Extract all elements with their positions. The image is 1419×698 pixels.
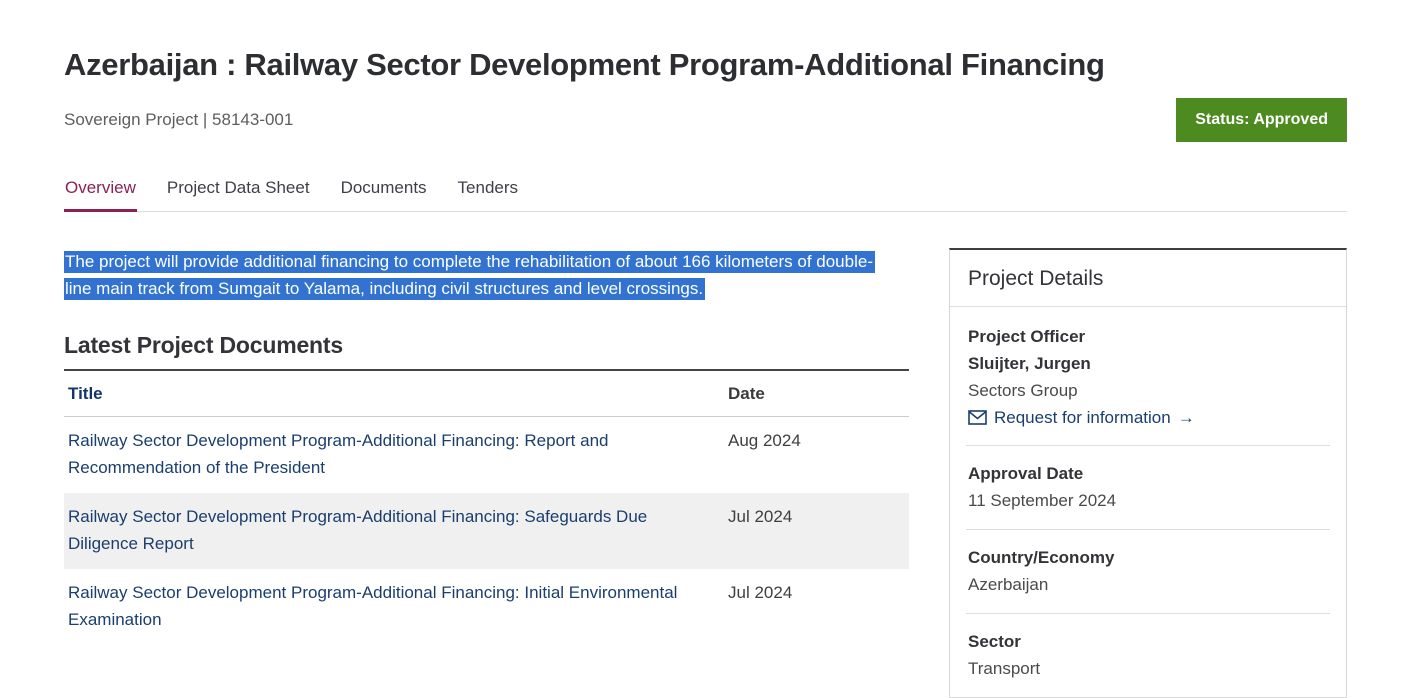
project-description: The project will provide additional fina… <box>64 248 886 302</box>
subtitle-row: Sovereign Project | 58143-001 Status: Ap… <box>64 97 1347 143</box>
tab-project-data-sheet[interactable]: Project Data Sheet <box>166 174 311 211</box>
sidebar: Project Details Project Officer Sluijter… <box>949 248 1347 698</box>
project-officer-section: Project Officer Sluijter, Jurgen Sectors… <box>966 307 1330 446</box>
project-details-heading: Project Details <box>950 250 1346 307</box>
field-value: Azerbaijan <box>968 571 1328 598</box>
country-economy-field: Country/Economy Azerbaijan <box>966 530 1330 614</box>
tab-documents[interactable]: Documents <box>340 174 428 211</box>
column-header-title[interactable]: Title <box>64 370 724 417</box>
tab-tenders[interactable]: Tenders <box>457 174 519 211</box>
arrow-right-icon: → <box>1178 404 1195 431</box>
approval-date-field: Approval Date 11 September 2024 <box>966 446 1330 530</box>
document-date: Jul 2024 <box>724 493 909 569</box>
document-link[interactable]: Railway Sector Development Program-Addit… <box>68 431 609 477</box>
page-title: Azerbaijan : Railway Sector Development … <box>64 47 1347 83</box>
project-officer-label: Project Officer <box>968 323 1328 350</box>
project-officer-name: Sluijter, Jurgen <box>968 350 1328 377</box>
sector-field: Sector Transport <box>966 614 1330 697</box>
documents-table: Title Date Railway Sector Development Pr… <box>64 369 909 645</box>
envelope-icon <box>968 410 987 425</box>
field-value: 11 September 2024 <box>968 487 1328 514</box>
request-for-information-link[interactable]: Request for information → <box>968 404 1328 431</box>
selected-text: The project will provide additional fina… <box>64 251 875 300</box>
overview-column: The project will provide additional fina… <box>64 248 909 698</box>
project-details-card: Project Details Project Officer Sluijter… <box>949 248 1347 698</box>
documents-header-row: Title Date <box>64 370 909 417</box>
document-date: Aug 2024 <box>724 417 909 494</box>
field-label: Country/Economy <box>968 544 1328 571</box>
document-link[interactable]: Railway Sector Development Program-Addit… <box>68 507 647 553</box>
main-content: The project will provide additional fina… <box>64 248 1347 698</box>
project-type-and-id: Sovereign Project | 58143-001 <box>64 110 293 130</box>
project-page: Azerbaijan : Railway Sector Development … <box>64 47 1347 698</box>
field-label: Sector <box>968 628 1328 655</box>
field-label: Approval Date <box>968 460 1328 487</box>
table-row: Railway Sector Development Program-Addit… <box>64 569 909 645</box>
field-value: Transport <box>968 655 1328 682</box>
status-badge: Status: Approved <box>1176 98 1347 142</box>
request-link-label: Request for information <box>994 404 1171 431</box>
tab-bar: Overview Project Data Sheet Documents Te… <box>64 174 1347 212</box>
table-row: Railway Sector Development Program-Addit… <box>64 493 909 569</box>
table-row: Railway Sector Development Program-Addit… <box>64 417 909 494</box>
project-officer-group: Sectors Group <box>968 377 1328 404</box>
document-link[interactable]: Railway Sector Development Program-Addit… <box>68 583 677 629</box>
column-header-date: Date <box>724 370 909 417</box>
document-date: Jul 2024 <box>724 569 909 645</box>
tab-overview[interactable]: Overview <box>64 174 137 211</box>
latest-documents-heading: Latest Project Documents <box>64 332 909 359</box>
